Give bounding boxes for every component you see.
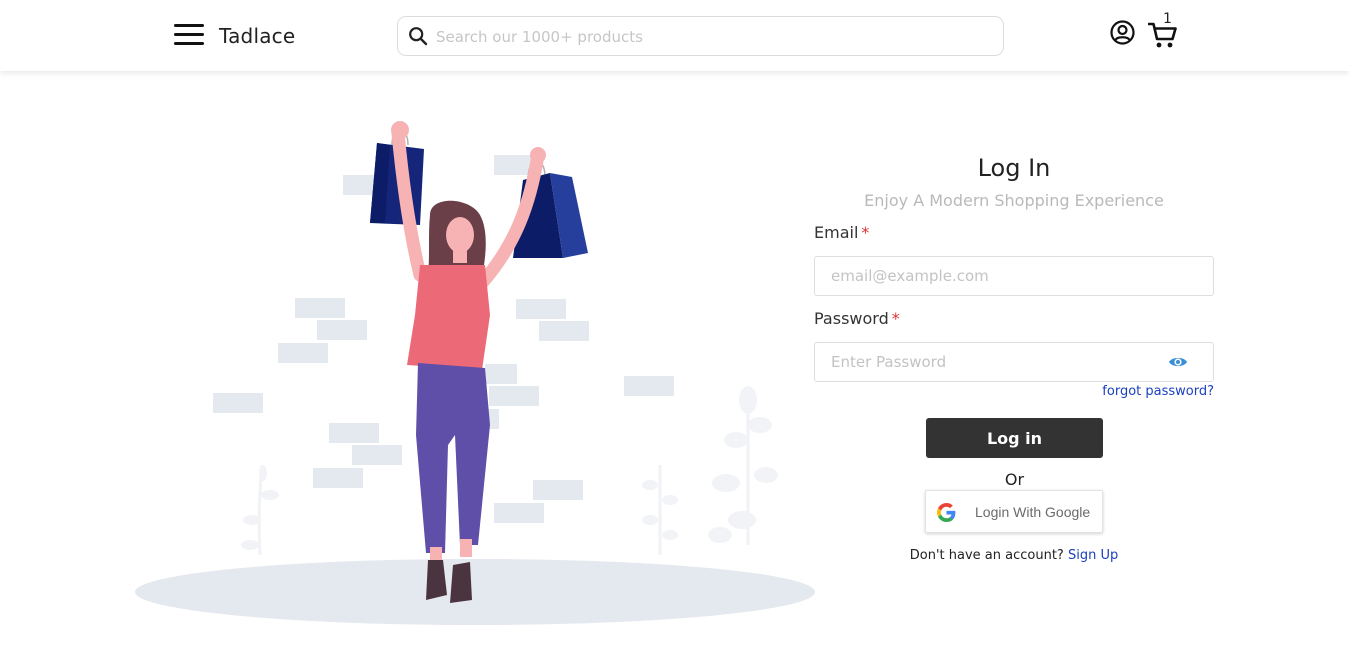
google-login-label: Login With Google: [975, 504, 1091, 520]
password-label: Password *: [814, 309, 900, 328]
signup-prompt: Don't have an account? Sign Up: [814, 548, 1214, 563]
eye-icon[interactable]: [1168, 353, 1188, 371]
right-shoe: [450, 562, 472, 603]
hamburger-menu-button[interactable]: [174, 23, 204, 47]
search-bar: [397, 16, 1004, 56]
search-input[interactable]: [436, 23, 991, 50]
password-field[interactable]: [814, 342, 1214, 382]
purple-pants: [416, 363, 490, 553]
login-title: Log In: [977, 154, 1051, 182]
google-login-button[interactable]: Login With Google: [925, 490, 1103, 533]
shopping-cart-icon[interactable]: [1148, 22, 1177, 49]
login-button[interactable]: Log in: [926, 418, 1103, 458]
forgot-password-link[interactable]: forgot password?: [1014, 384, 1214, 399]
required-asterisk: *: [891, 309, 900, 328]
signup-prompt-text: Don't have an account?: [909, 548, 1064, 563]
login-subtitle: Enjoy A Modern Shopping Experience: [864, 191, 1164, 210]
top-navbar: Tadlace 1: [0, 0, 1349, 71]
ground-shadow: [135, 559, 815, 625]
menu-bar-line: [174, 33, 204, 36]
google-logo-icon: [937, 503, 956, 522]
email-label: Email *: [814, 223, 869, 242]
menu-bar-line: [174, 24, 204, 27]
email-label-text: Email: [814, 223, 859, 242]
menu-bar-line: [174, 42, 204, 45]
pink-top: [407, 265, 490, 370]
or-divider-text: Or: [1004, 470, 1025, 489]
user-account-icon[interactable]: [1110, 20, 1135, 45]
password-label-text: Password: [814, 309, 889, 328]
required-asterisk: *: [861, 223, 870, 242]
face: [446, 217, 474, 253]
signup-link[interactable]: Sign Up: [1068, 548, 1118, 563]
search-icon[interactable]: [408, 26, 428, 46]
email-field[interactable]: [814, 256, 1214, 296]
brand-logo-text[interactable]: Tadlace: [219, 24, 295, 48]
shopping-woman-illustration: [135, 121, 815, 625]
